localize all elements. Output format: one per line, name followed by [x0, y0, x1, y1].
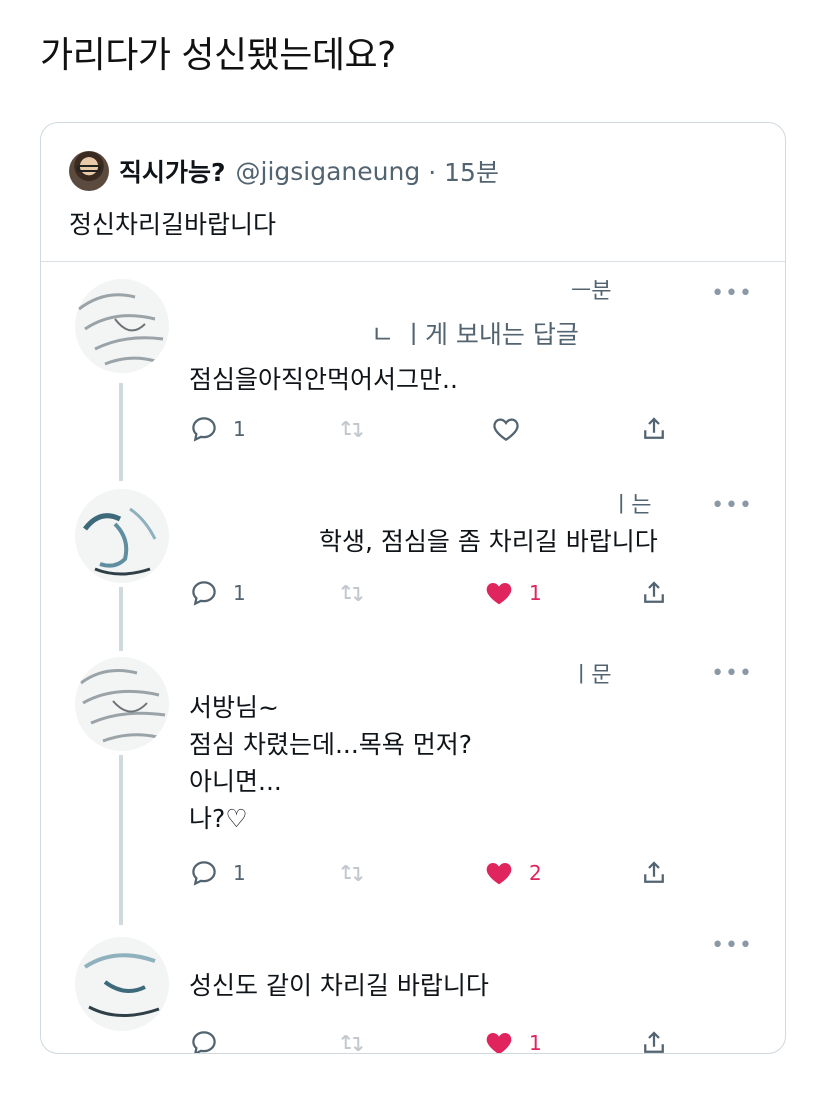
reply-time[interactable]: ㅣ문 — [571, 657, 611, 689]
action-bar: 1 1 — [189, 575, 679, 611]
reply-button[interactable] — [189, 1025, 219, 1053]
like-count: 1 — [529, 581, 542, 605]
reply-context: ㄴ ㅣ게 보내는 답글 — [371, 320, 579, 349]
action-bar: 1 — [189, 411, 679, 447]
page-title: 가리다가 성신됐는데요? — [40, 35, 396, 76]
quoted-tweet-header: 직시가능? @jigsiganeung · 15분 — [69, 149, 499, 193]
thread-line — [119, 755, 123, 925]
reply-time[interactable]: ㅡ분 — [571, 273, 611, 305]
action-bar: 1 2 — [189, 855, 679, 891]
retweet-button[interactable] — [337, 1025, 367, 1053]
retweet-button[interactable] — [337, 411, 367, 447]
retweet-icon — [341, 420, 363, 438]
quoted-author-avatar[interactable] — [69, 151, 109, 191]
reply-button[interactable]: 1 — [189, 575, 246, 611]
heart-icon — [493, 418, 519, 441]
reply-button[interactable]: 1 — [189, 855, 246, 891]
share-button[interactable] — [639, 855, 669, 891]
thread-line — [119, 587, 123, 651]
retweet-button[interactable] — [337, 575, 367, 611]
reply-text: 학생, 점심을 좀 차리길 바랍니다 — [319, 527, 658, 556]
share-icon — [644, 1031, 664, 1053]
quoted-tweet-text: 정신차리길바랍니다 — [69, 210, 277, 239]
reply-count: 1 — [233, 861, 246, 885]
more-icon[interactable]: ••• — [711, 493, 753, 518]
quoted-author-handle[interactable]: @jigsiganeung — [236, 157, 421, 186]
avatar[interactable] — [75, 657, 169, 751]
retweet-icon — [341, 1034, 363, 1052]
thread-line — [119, 383, 123, 481]
reply-text: 점심을아직안먹어서그만.. — [189, 365, 458, 394]
avatar[interactable] — [75, 279, 169, 373]
quoted-author-name[interactable]: 직시가능? — [119, 153, 226, 189]
reply-text: 성신도 같이 차리길 바랍니다 — [189, 971, 489, 1000]
like-button[interactable] — [491, 411, 521, 447]
reply-icon — [192, 581, 216, 606]
like-button[interactable]: 2 — [483, 855, 542, 891]
reply-count: 1 — [233, 581, 246, 605]
reply-button[interactable]: 1 — [189, 411, 246, 447]
share-icon — [644, 417, 664, 439]
avatar[interactable] — [75, 489, 169, 583]
more-icon[interactable]: ••• — [711, 661, 753, 686]
reply-text: 서방님~ 점심 차렸는데...목욕 먼저? 아니면... 나?♡ — [189, 693, 473, 833]
heart-icon — [486, 1033, 512, 1053]
reply-item[interactable]: ㅣ문 ••• 서방님~ 점심 차렸는데...목욕 먼저? 아니면... 나?♡ … — [41, 651, 785, 925]
reply-time[interactable]: ㅣ는 — [611, 487, 651, 519]
reply-icon — [192, 417, 216, 442]
share-icon — [644, 581, 664, 603]
like-count: 1 — [529, 1031, 542, 1054]
reply-count: 1 — [233, 417, 246, 441]
like-button[interactable]: 1 — [483, 1025, 542, 1054]
share-button[interactable] — [639, 411, 669, 447]
heart-icon — [486, 583, 512, 605]
reply-item[interactable]: ••• 성신도 같이 차리길 바랍니다 1 — [41, 929, 785, 1054]
like-count: 2 — [529, 861, 542, 885]
heart-icon — [486, 863, 512, 885]
action-bar: 1 — [189, 1025, 679, 1054]
quoted-tweet-time[interactable]: · 15분 — [428, 153, 499, 189]
share-button[interactable] — [639, 575, 669, 611]
reply-item[interactable]: ㅡ분 ••• ㄴ ㅣ게 보내는 답글 점심을아직안먹어서그만.. 1 — [41, 271, 785, 481]
retweet-button[interactable] — [337, 855, 367, 891]
share-icon — [644, 861, 664, 883]
more-icon[interactable]: ••• — [711, 933, 753, 958]
reply-icon — [192, 1031, 216, 1053]
reply-icon — [192, 861, 216, 886]
divider — [41, 261, 785, 262]
more-icon[interactable]: ••• — [711, 281, 753, 306]
retweet-icon — [341, 864, 363, 882]
quoted-tweet-card[interactable]: 직시가능? @jigsiganeung · 15분 정신차리길바랍니다 ㅡ분 •… — [40, 122, 786, 1054]
share-button[interactable] — [639, 1025, 669, 1053]
like-button[interactable]: 1 — [483, 575, 542, 611]
reply-item[interactable]: ㅣ는 ••• 학생, 점심을 좀 차리길 바랍니다 1 1 — [41, 483, 785, 651]
retweet-icon — [341, 584, 363, 602]
avatar[interactable] — [75, 937, 169, 1031]
